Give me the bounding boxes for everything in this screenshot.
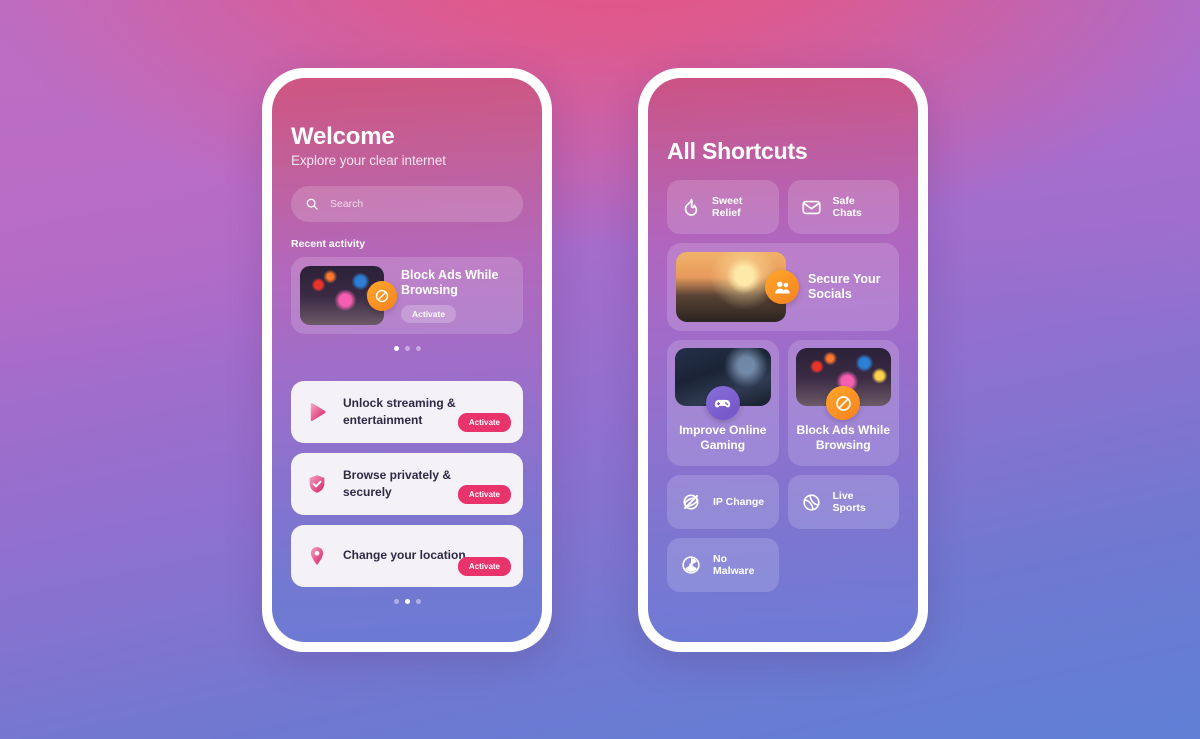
gamepad-icon	[705, 386, 740, 420]
recent-activity-title: Block Ads While Browsing	[401, 268, 499, 297]
feature-title: Unlock streaming & entertainment	[343, 395, 456, 427]
recent-activity-card[interactable]: Block Ads While Browsing Activate	[291, 257, 523, 334]
shortcut-sweet-relief[interactable]: Sweet Relief	[667, 180, 779, 234]
pager-dot[interactable]	[404, 346, 410, 351]
envelope-icon	[801, 197, 822, 218]
pager-dot[interactable]	[393, 599, 399, 604]
app-mockup-canvas: Welcome Explore your clear internet Sear…	[0, 0, 1200, 739]
block-icon	[826, 386, 861, 420]
shortcut-ip-change[interactable]: IP Change	[667, 475, 779, 529]
shortcut-label: No Malware	[713, 553, 755, 577]
phone-screen-shortcuts: All Shortcuts Sweet Relief Safe Chats Se…	[648, 78, 918, 642]
carousel-pager-top[interactable]	[291, 346, 523, 351]
shortcut-label: Sweet Relief	[712, 195, 743, 219]
shortcut-label: Live Sports	[832, 490, 866, 514]
pager-dot[interactable]	[393, 346, 399, 351]
feature-card-privacy[interactable]: Browse privately & securely Activate	[291, 453, 523, 515]
pager-dot[interactable]	[415, 346, 421, 351]
search-placeholder: Search	[330, 198, 364, 210]
users-icon	[765, 270, 799, 304]
activate-button[interactable]: Activate	[401, 304, 457, 323]
shortcut-label: IP Change	[713, 496, 765, 508]
pager-dot[interactable]	[404, 599, 410, 604]
shortcut-improve-online-gaming[interactable]: Improve Online Gaming	[667, 340, 779, 466]
shortcut-title: Secure Your Socials	[808, 272, 881, 301]
search-input[interactable]: Search	[291, 186, 523, 222]
shortcut-safe-chats[interactable]: Safe Chats	[787, 180, 899, 234]
activate-button[interactable]: Activate	[457, 413, 511, 432]
activate-button[interactable]: Activate	[457, 557, 511, 576]
page-title: Welcome	[291, 123, 395, 150]
pager-dot[interactable]	[415, 599, 421, 604]
globe-slash-icon	[680, 491, 702, 513]
page-subtitle: Explore your clear internet	[291, 153, 446, 168]
page-title: All Shortcuts	[667, 138, 808, 164]
radiation-icon	[680, 554, 702, 576]
shortcuts-row-tiles: Improve Online Gaming Block Ads While Br…	[667, 340, 899, 466]
shortcut-title: Block Ads While Browsing	[796, 423, 891, 453]
activate-button[interactable]: Activate	[457, 485, 511, 504]
carousel-pager-bottom[interactable]	[291, 599, 523, 604]
feature-card-streaming[interactable]: Unlock streaming & entertainment Activat…	[291, 381, 523, 443]
shortcuts-row-2: IP Change Live Sports	[667, 475, 899, 529]
location-pin-icon	[305, 545, 329, 567]
feature-list: Unlock streaming & entertainment Activat…	[291, 381, 523, 587]
flame-icon	[680, 197, 701, 218]
play-icon	[305, 401, 329, 423]
feature-card-location[interactable]: Change your location Activate	[291, 525, 523, 587]
shortcut-label: Safe Chats	[832, 195, 862, 219]
phone-screen-welcome: Welcome Explore your clear internet Sear…	[272, 78, 542, 642]
block-icon	[367, 281, 397, 311]
recent-activity-label: Recent activity	[291, 238, 366, 250]
shortcuts-grid-spacer	[788, 538, 900, 592]
feature-title: Browse privately & securely	[343, 467, 452, 499]
shortcut-secure-your-socials[interactable]: Secure Your Socials	[667, 243, 899, 331]
shortcut-live-sports[interactable]: Live Sports	[787, 475, 899, 529]
shortcuts-grid: Sweet Relief Safe Chats Secure Your Soci…	[667, 180, 899, 592]
phone-frame-shortcuts: All Shortcuts Sweet Relief Safe Chats Se…	[638, 68, 928, 652]
feature-title: Change your location	[343, 548, 466, 563]
phone-frame-welcome: Welcome Explore your clear internet Sear…	[262, 68, 552, 652]
shortcut-title: Improve Online Gaming	[679, 423, 767, 453]
tennis-ball-icon	[801, 492, 822, 513]
search-icon	[305, 197, 319, 211]
shortcuts-row-3: No Malware	[667, 538, 899, 592]
shortcut-no-malware[interactable]: No Malware	[667, 538, 779, 592]
shortcut-block-ads-while-browsing[interactable]: Block Ads While Browsing	[787, 340, 899, 466]
shield-check-icon	[305, 473, 329, 495]
shortcuts-row-1: Sweet Relief Safe Chats	[667, 180, 899, 234]
